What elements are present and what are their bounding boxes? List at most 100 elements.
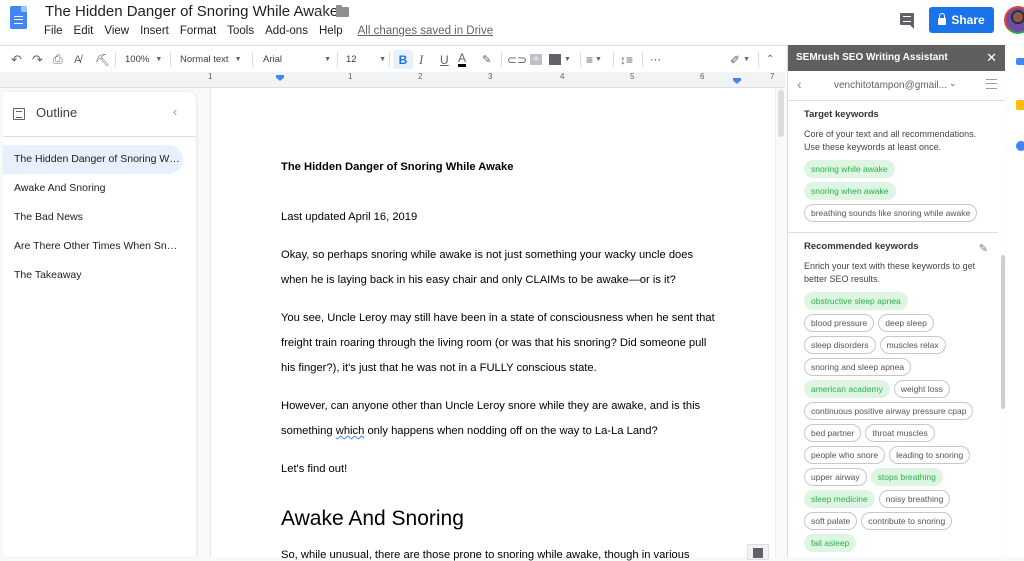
star-icon[interactable]: ☆ [315, 4, 328, 21]
doc-title-heading[interactable]: The Hidden Danger of Snoring While Awake [281, 161, 513, 173]
keyword-chip[interactable]: people who snore [804, 446, 886, 464]
bold-button[interactable]: B [393, 50, 413, 69]
close-icon[interactable]: ✕ [986, 45, 997, 71]
redo-icon[interactable]: ↷ [32, 46, 43, 73]
chevron-down-icon: ▼ [379, 56, 386, 63]
outline-item[interactable]: The Hidden Danger of Snoring While Awake [3, 145, 183, 174]
doc-paragraph-line[interactable]: when he is laying back in his easy chair… [281, 274, 676, 286]
keyword-chip[interactable]: soft palate [804, 512, 858, 530]
font-select[interactable]: Arial ▼ [263, 46, 331, 73]
collapse-outline-chevron-left-icon[interactable]: ‹ [173, 104, 177, 119]
share-button[interactable]: Share [929, 7, 994, 33]
keyword-chip[interactable]: american academy [804, 380, 890, 398]
outline-item[interactable]: The Takeaway [3, 261, 183, 290]
keyword-chip[interactable]: leading to snoring [889, 446, 971, 464]
keyword-chip[interactable]: contribute to snoring [861, 512, 953, 530]
editing-mode-icon[interactable]: ✐ ▼ [730, 46, 750, 73]
spellcheck-icon[interactable]: A̸ [74, 46, 81, 73]
doc-heading-2[interactable]: Awake And Snoring [281, 507, 464, 531]
document-scrollbar[interactable] [775, 88, 785, 557]
google-docs-logo-icon[interactable] [10, 6, 27, 29]
more-options-button[interactable]: ⋯ [650, 46, 661, 73]
avatar[interactable] [1004, 6, 1024, 34]
keyword-chip[interactable]: snoring and sleep apnea [804, 358, 912, 376]
doc-last-updated[interactable]: Last updated April 16, 2019 [281, 211, 417, 223]
insert-image-icon[interactable]: ▼ [549, 46, 571, 73]
explore-button[interactable] [747, 544, 769, 560]
ruler[interactable]: 1 1 2 3 4 5 6 7 [0, 72, 785, 88]
hamburger-menu-icon[interactable] [986, 79, 997, 89]
right-indent-marker[interactable] [733, 78, 741, 84]
hide-menus-chevron-up-icon[interactable]: ⌃ [766, 46, 774, 73]
document-title[interactable]: The Hidden Danger of Snoring While Awake [45, 3, 338, 20]
link-icon[interactable]: ⊂⊃ [507, 46, 527, 73]
keyword-chip[interactable]: throat muscles [865, 424, 935, 442]
back-chevron-left-icon[interactable]: ‹ [797, 76, 802, 92]
keyword-chip[interactable]: upper airway [804, 468, 867, 486]
undo-icon[interactable]: ↶ [11, 46, 22, 73]
keyword-chip[interactable]: noisy breathing [878, 490, 951, 508]
highlight-color-icon[interactable]: ✎ [482, 46, 491, 73]
menu-addons[interactable]: Add-ons [265, 25, 308, 37]
keyword-chip[interactable]: weight loss [893, 380, 950, 398]
keyword-chip[interactable]: obstructive sleep apnea [804, 292, 908, 310]
paragraph-style-select[interactable]: Normal text ▼ [180, 46, 242, 73]
scrollbar-thumb[interactable] [778, 90, 784, 137]
chevron-down-icon[interactable]: ⌄ [949, 78, 957, 89]
keyword-chip[interactable]: snoring while awake [804, 160, 895, 178]
keyword-chip[interactable]: bed partner [804, 424, 862, 442]
doc-paragraph-line[interactable]: However, can anyone other than Uncle Ler… [281, 400, 700, 412]
add-comment-icon[interactable]: + [530, 46, 542, 73]
paint-format-icon[interactable]: ⛏ [95, 46, 110, 73]
doc-paragraph-line[interactable]: Let's find out! [281, 463, 347, 475]
outline-item[interactable]: The Bad News [3, 203, 183, 232]
keyword-chip[interactable]: fall asleep [804, 534, 857, 552]
comment-history-icon[interactable] [900, 13, 914, 29]
doc-paragraph-line[interactable]: You see, Uncle Leroy may still have been… [281, 312, 715, 324]
doc-paragraph-line[interactable]: something which only happens when noddin… [281, 425, 658, 437]
font-size-select[interactable]: 12 ▼ [346, 46, 386, 73]
keyword-chip[interactable]: sleep medicine [804, 490, 875, 508]
tasks-icon[interactable] [1016, 141, 1024, 151]
menu-tools[interactable]: Tools [227, 25, 254, 37]
keyword-chip[interactable]: continuous positive airway pressure cpap [804, 402, 974, 420]
line-spacing-icon[interactable]: ↕≡ [620, 46, 633, 73]
ruler-tick: 4 [560, 72, 565, 81]
print-icon[interactable]: ⎙ [53, 46, 63, 73]
italic-button[interactable]: I [419, 46, 423, 73]
menu-file[interactable]: File [44, 25, 63, 37]
keep-icon[interactable] [1016, 100, 1024, 110]
align-icon[interactable]: ≡ ▼ [586, 46, 602, 73]
menu-help[interactable]: Help [319, 25, 343, 37]
doc-paragraph-line[interactable]: So, while unusual, there are those prone… [281, 549, 690, 561]
menu-edit[interactable]: Edit [74, 25, 94, 37]
keyword-chip[interactable]: deep sleep [878, 314, 934, 332]
doc-paragraph-line[interactable]: Okay, so perhaps snoring while awake is … [281, 249, 693, 261]
underline-button[interactable]: U [440, 46, 449, 73]
outline-item[interactable]: Awake And Snoring [3, 174, 183, 203]
keyword-chip[interactable]: muscles relax [879, 336, 946, 354]
grammar-suggestion-word[interactable]: which [336, 425, 365, 437]
outline-item[interactable]: Are There Other Times When Snoring Happe… [3, 232, 183, 261]
text-color-button[interactable]: A [458, 46, 467, 73]
doc-paragraph-line[interactable]: freight train roaring through the living… [281, 337, 706, 349]
account-email[interactable]: venchitotampon@gmail... [834, 80, 947, 91]
doc-paragraph-line[interactable]: his finger?), it's just that he was not … [281, 362, 597, 374]
menu-format[interactable]: Format [180, 25, 216, 37]
account-bar: ‹ venchitotampon@gmail... ⌄ [788, 71, 1005, 101]
keyword-chip[interactable]: blood pressure [804, 314, 875, 332]
calendar-icon[interactable] [1016, 58, 1024, 65]
keyword-chip[interactable]: sleep disorders [804, 336, 876, 354]
folder-icon[interactable] [336, 5, 349, 17]
menu-view[interactable]: View [104, 25, 129, 37]
zoom-select[interactable]: 100% ▼ [125, 46, 162, 73]
keyword-chip[interactable]: breathing sounds like snoring while awak… [804, 204, 978, 222]
menu-insert[interactable]: Insert [140, 25, 169, 37]
save-status-link[interactable]: All changes saved in Drive [358, 25, 494, 37]
keyword-chip[interactable]: snoring when awake [804, 182, 896, 200]
edit-pencil-icon[interactable]: ✎ [979, 242, 988, 255]
chevron-down-icon: ▼ [234, 56, 242, 63]
panel-scrollbar[interactable] [1001, 255, 1005, 409]
keyword-chip[interactable]: stops breathing [870, 468, 943, 486]
left-indent-marker[interactable] [276, 75, 284, 81]
